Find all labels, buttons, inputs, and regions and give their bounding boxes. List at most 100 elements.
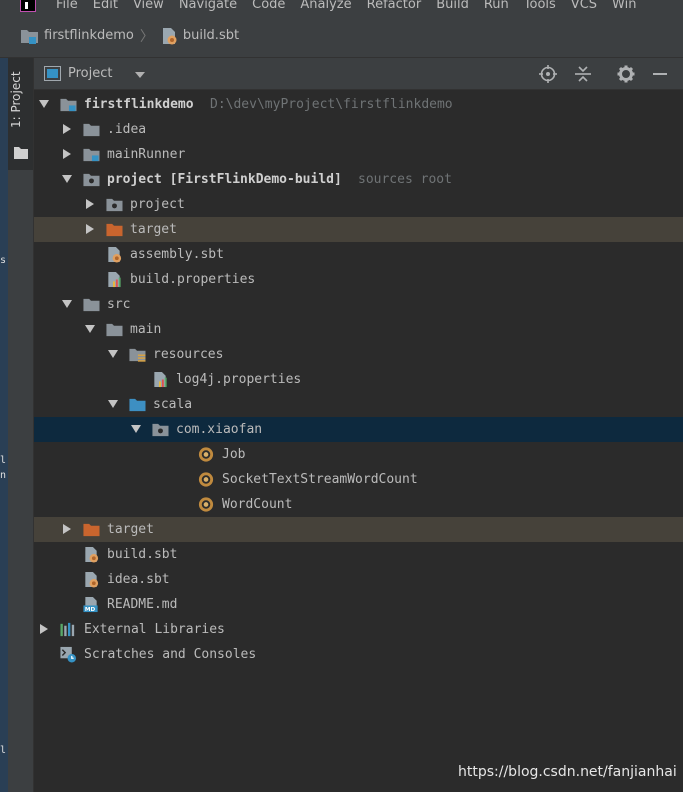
project-panel-header: Project: [34, 58, 683, 90]
tree-row[interactable]: target: [34, 517, 683, 542]
tree-row[interactable]: .idea: [34, 117, 683, 142]
window-edge: [0, 58, 8, 792]
tree-item-label: scala: [153, 397, 193, 412]
menu-item-win[interactable]: Win: [612, 0, 651, 14]
tree-row[interactable]: assembly.sbt: [34, 242, 683, 267]
menu-item-view[interactable]: View: [133, 0, 179, 14]
tree-item-hint: D:\dev\myProject\firstflinkdemo: [210, 97, 453, 112]
scala-object-icon: [198, 472, 214, 487]
tree-item-label: target: [130, 222, 177, 237]
expand-arrow-down-icon[interactable]: [84, 323, 96, 335]
window-edge-mark: n: [0, 470, 7, 481]
scala-object-icon: [198, 447, 214, 462]
tree-row[interactable]: target: [34, 217, 683, 242]
markdown-file-icon: MD: [83, 596, 98, 613]
expand-arrow-down-icon[interactable]: [107, 398, 119, 410]
libraries-icon: [60, 622, 75, 637]
watermark-text: https://blog.csdn.net/fanjianhai: [458, 764, 677, 780]
tree-row[interactable]: src: [34, 292, 683, 317]
tree-item-label: SocketTextStreamWordCount: [222, 472, 418, 487]
menu-item-edit[interactable]: Edit: [93, 0, 133, 14]
breadcrumb-label: build.sbt: [182, 28, 240, 43]
menu-item-code[interactable]: Code: [252, 0, 300, 14]
project-tool-tab-label[interactable]: 1: Project: [8, 48, 24, 128]
tree-item-label: main: [130, 322, 162, 337]
tree-item-label: idea.sbt: [107, 572, 170, 587]
tree-item-label: project: [130, 197, 185, 212]
tree-row[interactable]: WordCount: [34, 492, 683, 517]
tree-item-label: project [FirstFlinkDemo-build]: [107, 172, 342, 187]
tree-row[interactable]: log4j.properties: [34, 367, 683, 392]
minimize-button[interactable]: [650, 64, 670, 84]
breadcrumb-label: firstflinkdemo: [44, 28, 134, 43]
tree-row[interactable]: resources: [34, 342, 683, 367]
tree-row[interactable]: MD README.md: [34, 592, 683, 617]
expand-arrow-right-icon[interactable]: [38, 623, 50, 635]
tree-item-label: build.properties: [130, 272, 256, 287]
tree-row[interactable]: firstflinkdemo D:\dev\myProject\firstflin…: [34, 92, 683, 117]
collapse-all-icon: [575, 66, 591, 82]
breadcrumb-item-project[interactable]: firstflinkdemo: [20, 27, 134, 45]
menu-item-run[interactable]: Run: [484, 0, 524, 14]
tree-item-label: README.md: [107, 597, 178, 612]
intellij-logo-icon: [20, 0, 36, 12]
gear-icon: [617, 65, 635, 83]
folder-icon: [14, 147, 28, 159]
tree-item-label: WordCount: [222, 497, 293, 512]
menu-item-build[interactable]: Build: [436, 0, 484, 14]
expand-arrow-down-icon[interactable]: [61, 173, 73, 185]
tree-item-label: target: [107, 522, 154, 537]
menu-item-file[interactable]: File: [56, 0, 93, 14]
tree-item-label: log4j.properties: [176, 372, 302, 387]
tree-row[interactable]: mainRunner: [34, 142, 683, 167]
expand-arrow-down-icon[interactable]: [107, 348, 119, 360]
tree-row[interactable]: Scratches and Consoles: [34, 642, 683, 667]
scratches-icon: [60, 646, 77, 663]
sbt-file-icon: [108, 246, 122, 263]
locate-icon: [539, 65, 557, 83]
tree-row[interactable]: build.properties: [34, 267, 683, 292]
menu-item-vcs[interactable]: VCS: [571, 0, 612, 14]
locate-button[interactable]: [538, 64, 558, 84]
menu-item-refactor[interactable]: Refactor: [367, 0, 437, 14]
folder-icon: [83, 123, 100, 137]
tree-item-label: Scratches and Consoles: [84, 647, 257, 662]
chevron-down-icon[interactable]: [135, 72, 145, 79]
tree-row[interactable]: main: [34, 317, 683, 342]
expand-arrow-right-icon[interactable]: [84, 198, 96, 210]
expand-arrow-down-icon[interactable]: [130, 423, 142, 435]
expand-arrow-down-icon[interactable]: [38, 98, 50, 110]
tree-row[interactable]: SocketTextStreamWordCount: [34, 467, 683, 492]
expand-arrow-right-icon[interactable]: [61, 123, 73, 135]
tree-row[interactable]: External Libraries: [34, 617, 683, 642]
tree-row[interactable]: Job: [34, 442, 683, 467]
menu-item-tools[interactable]: Tools: [524, 0, 571, 14]
excluded-folder-icon: [83, 523, 100, 537]
module-folder-icon: [21, 29, 38, 44]
source-root-folder-icon: [83, 173, 100, 187]
settings-button[interactable]: [616, 64, 636, 84]
tree-row[interactable]: project: [34, 192, 683, 217]
expand-arrow-right-icon[interactable]: [61, 148, 73, 160]
tree-item-label: src: [107, 297, 131, 312]
project-panel-title[interactable]: Project: [68, 66, 112, 81]
window-edge-mark: l: [0, 455, 7, 466]
source-folder-icon: [129, 398, 146, 412]
tree-row[interactable]: idea.sbt: [34, 567, 683, 592]
breadcrumb-separator-icon: 〉: [139, 28, 154, 45]
expand-arrow-right-icon[interactable]: [84, 223, 96, 235]
expand-arrow-right-icon[interactable]: [61, 523, 73, 535]
menu-item-analyze[interactable]: Analyze: [300, 0, 366, 14]
tree-row[interactable]: build.sbt: [34, 542, 683, 567]
tree-row[interactable]: scala: [34, 392, 683, 417]
expand-arrow-down-icon[interactable]: [61, 298, 73, 310]
tree-row[interactable]: com.xiaofan: [34, 417, 683, 442]
menu-item-navigate[interactable]: Navigate: [179, 0, 252, 14]
tree-item-label: assembly.sbt: [130, 247, 224, 262]
tree-item-label: .idea: [107, 122, 147, 137]
tree-item-label: resources: [153, 347, 224, 362]
scala-object-icon: [198, 497, 214, 512]
breadcrumb-item-file[interactable]: build.sbt: [160, 27, 239, 45]
collapse-all-button[interactable]: [573, 64, 593, 84]
tree-row[interactable]: project [FirstFlinkDemo-build] sources ro…: [34, 167, 683, 192]
